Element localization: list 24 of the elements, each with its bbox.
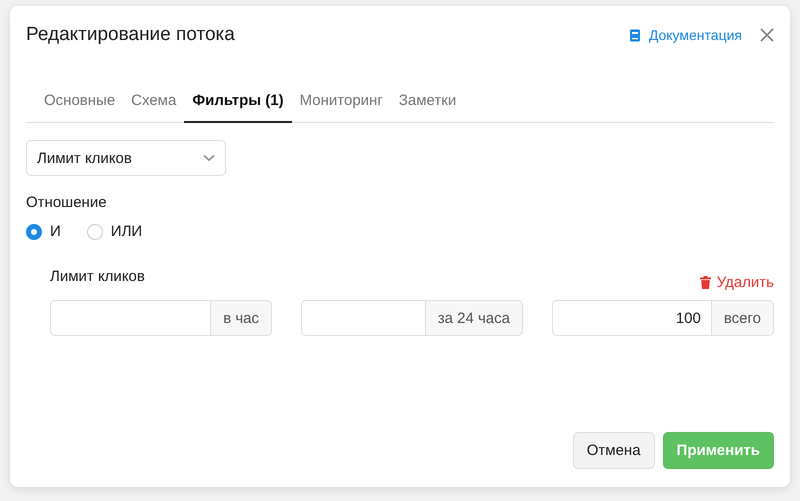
dialog-title: Редактирование потока (26, 24, 236, 46)
close-button[interactable] (760, 28, 774, 42)
tab[interactable]: Фильтры (1) (184, 82, 292, 123)
trash-icon (700, 276, 711, 289)
tab[interactable]: Мониторинг (292, 82, 391, 123)
tab[interactable]: Схема (123, 82, 184, 123)
unit-label: в час (211, 300, 272, 336)
tab[interactable]: Заметки (390, 82, 464, 123)
documentation-link[interactable]: Документация (628, 27, 742, 43)
number-field[interactable] (301, 300, 426, 336)
relation-label: Отношение (26, 194, 108, 211)
tab[interactable]: Основные (36, 82, 124, 123)
number-field[interactable]: 100 (552, 300, 712, 336)
cancel-button[interactable]: Отмена (572, 432, 655, 469)
filter-title: Лимит кликов (50, 268, 145, 285)
delete-button[interactable]: Удалить (700, 274, 774, 291)
radio-option[interactable]: ИЛИ (86, 223, 142, 240)
chevron-down-icon (203, 154, 215, 162)
unit-label: за 24 часа (426, 300, 523, 336)
radio-option[interactable]: И (26, 223, 61, 240)
unit-label: всего (712, 300, 774, 336)
filter-select[interactable]: Лимит кликов (26, 140, 226, 176)
number-field[interactable] (50, 300, 212, 336)
book-icon (628, 28, 641, 42)
